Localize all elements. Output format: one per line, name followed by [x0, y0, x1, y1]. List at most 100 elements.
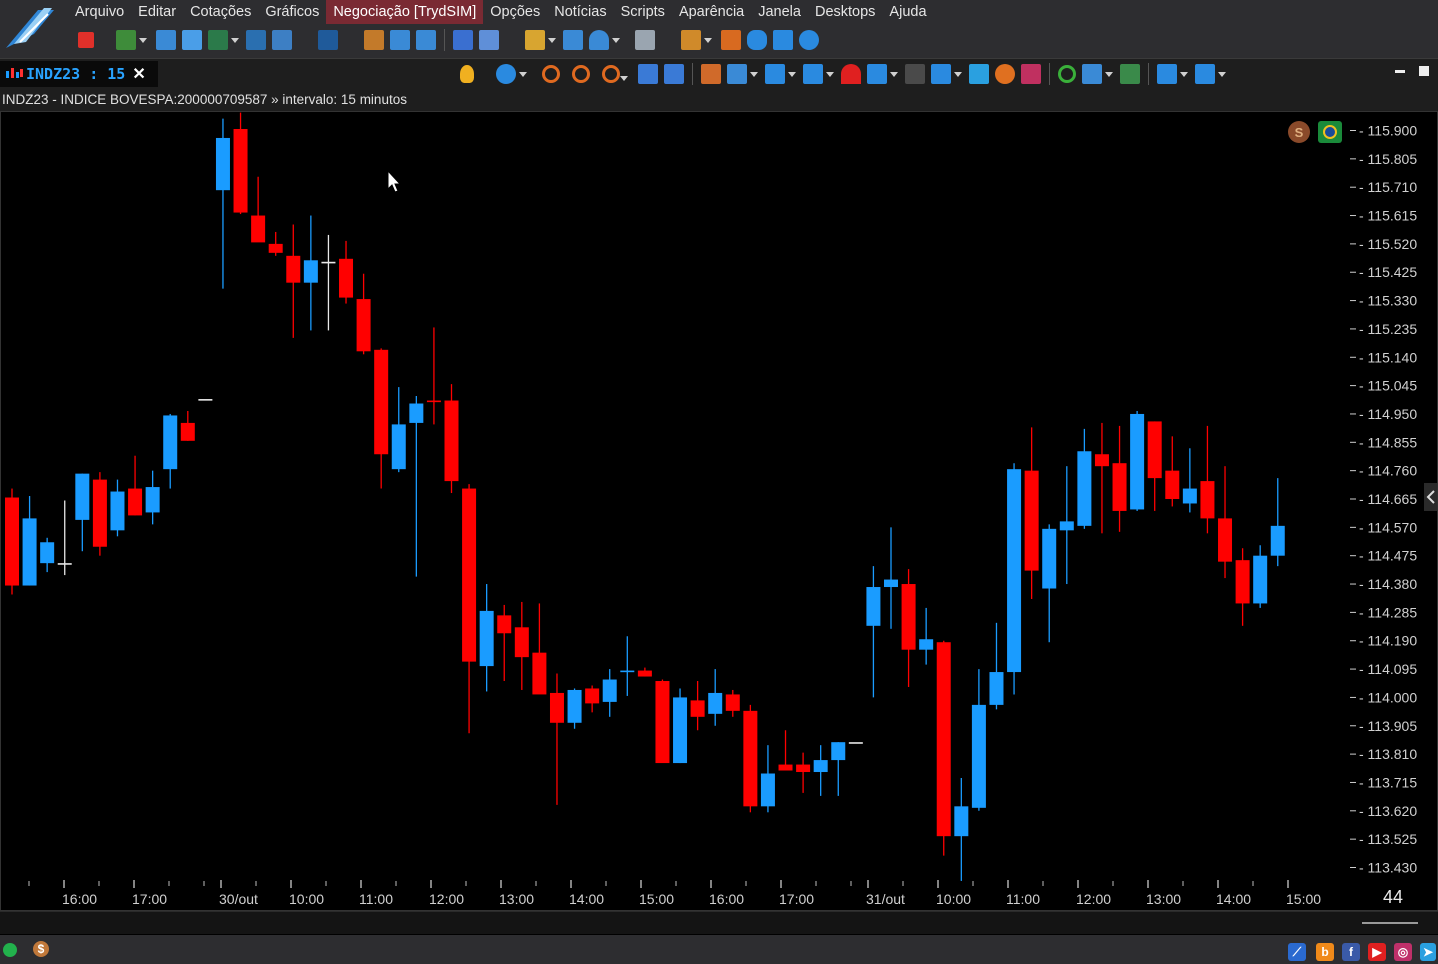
candle-body: [1235, 560, 1250, 604]
trade-icon[interactable]: [116, 30, 147, 50]
menu-item-arquivo[interactable]: Arquivo: [68, 0, 131, 24]
dollar-chart-icon[interactable]: [208, 30, 239, 50]
menu-item-gr-ficos[interactable]: Gráficos: [258, 0, 326, 24]
book-icon[interactable]: [364, 30, 384, 50]
candle-body: [374, 349, 389, 455]
calculator-icon[interactable]: [182, 30, 202, 50]
panels-icon[interactable]: [803, 64, 834, 84]
image-export-icon[interactable]: [1082, 64, 1113, 84]
chart-scrollbar[interactable]: [0, 911, 1438, 934]
wrench-icon[interactable]: [931, 64, 962, 84]
minimize-icon[interactable]: [1394, 65, 1406, 77]
user-icon[interactable]: [589, 30, 620, 50]
sheet-icon[interactable]: [479, 30, 499, 50]
menu-item-ajuda[interactable]: Ajuda: [882, 0, 933, 24]
trend-icon[interactable]: [701, 64, 721, 84]
histogram-icon[interactable]: [563, 30, 583, 50]
gear-icon[interactable]: [995, 64, 1015, 84]
candle: [426, 327, 441, 425]
maximize-icon[interactable]: [1418, 65, 1430, 77]
collapse-panel-button[interactable]: [1424, 483, 1438, 511]
blog-icon[interactable]: b: [1316, 943, 1334, 961]
zoom-in-icon[interactable]: [542, 65, 560, 83]
bars-icon[interactable]: [246, 30, 266, 50]
menu-item-janela[interactable]: Janela: [751, 0, 808, 24]
menu-item-aparência[interactable]: Aparência: [672, 0, 751, 24]
scroll-thumb[interactable]: [1362, 922, 1418, 924]
fit-screen-icon[interactable]: [1157, 64, 1188, 84]
crosshair-icon[interactable]: [867, 64, 898, 84]
log-scale-icon[interactable]: [905, 64, 925, 84]
tryd-icon[interactable]: ⟋: [1288, 943, 1306, 961]
hammer-icon[interactable]: [721, 30, 741, 50]
candle: [303, 215, 318, 331]
candle-body: [444, 400, 459, 482]
news-icon[interactable]: [635, 30, 655, 50]
telegram-icon[interactable]: ➤: [1420, 943, 1436, 961]
menu-item-editar[interactable]: Editar: [131, 0, 183, 24]
clock-icon[interactable]: [496, 64, 527, 84]
database-icon[interactable]: [681, 30, 712, 50]
indicators-icon[interactable]: [638, 64, 658, 84]
candle: [655, 679, 670, 764]
draw-icon[interactable]: [727, 64, 758, 84]
menu-item-notícias[interactable]: Notícias: [547, 0, 613, 24]
candle: [866, 566, 881, 698]
candle: [497, 604, 512, 682]
quotes-grid-icon[interactable]: [156, 30, 176, 50]
app-logo-icon[interactable]: [4, 4, 56, 50]
candle-body: [163, 415, 178, 470]
folder-icon[interactable]: [525, 30, 556, 50]
stop-icon[interactable]: [78, 32, 94, 48]
candle-body: [1007, 469, 1022, 673]
studies-icon[interactable]: [664, 64, 684, 84]
menu-item-scripts[interactable]: Scripts: [614, 0, 672, 24]
disk-icon[interactable]: [747, 30, 767, 50]
instagram-icon[interactable]: ◎: [1394, 943, 1412, 961]
list-icon[interactable]: [416, 30, 436, 50]
candle-body: [128, 488, 143, 516]
zoom-out-icon[interactable]: [572, 65, 590, 83]
chart-tab-label: INDZ23 : 15: [26, 65, 126, 83]
x-tick-label: 12:00: [1076, 891, 1111, 907]
window-icon[interactable]: [390, 30, 410, 50]
menu-item-cotações[interactable]: Cotações: [183, 0, 258, 24]
chart-tab[interactable]: INDZ23 : 15 ✕: [0, 61, 158, 87]
shapes-icon[interactable]: [765, 64, 796, 84]
candlestick-chart[interactable]: - 115.900 - 115.805 - 115.710 - 115.615 - 11…: [0, 111, 1438, 911]
zoom-icon[interactable]: [602, 65, 628, 83]
close-icon[interactable]: ✕: [132, 64, 145, 84]
lightbulb-icon[interactable]: [460, 65, 474, 83]
candle-body: [778, 764, 793, 771]
magnet-icon[interactable]: [841, 64, 861, 84]
layout-icon[interactable]: [272, 30, 292, 50]
candles-icon[interactable]: [318, 30, 338, 50]
menu-item-desktops[interactable]: Desktops: [808, 0, 882, 24]
candle-body: [1024, 470, 1039, 571]
text-tool-icon[interactable]: [969, 64, 989, 84]
menu-item-opções[interactable]: Opções: [483, 0, 547, 24]
facebook-icon[interactable]: f: [1342, 943, 1360, 961]
candle-body: [40, 542, 55, 564]
candle: [919, 607, 934, 665]
globe-icon[interactable]: [799, 30, 819, 50]
menu-item-negociaç-o-trydsim[interactable]: Negociação [TrydSIM]: [326, 0, 484, 24]
tools-icon[interactable]: [773, 30, 793, 50]
refresh-icon[interactable]: [1058, 65, 1076, 83]
candle-body: [1182, 488, 1197, 504]
x-tick-label: 12:00: [429, 891, 464, 907]
candle: [831, 742, 846, 796]
candle-body: [339, 258, 354, 298]
youtube-icon[interactable]: ▶: [1368, 943, 1386, 961]
candle: [75, 473, 90, 552]
candle-body: [690, 700, 705, 717]
candle-body: [22, 518, 37, 586]
candle-body: [831, 742, 846, 761]
candle-body: [549, 692, 564, 723]
replay-icon[interactable]: [1021, 64, 1041, 84]
expand-icon[interactable]: [1195, 64, 1226, 84]
candle: [1130, 410, 1145, 511]
dollar-status-icon[interactable]: $: [33, 941, 49, 957]
color-theme-icon[interactable]: [1120, 64, 1140, 84]
table-icon[interactable]: [453, 30, 473, 50]
